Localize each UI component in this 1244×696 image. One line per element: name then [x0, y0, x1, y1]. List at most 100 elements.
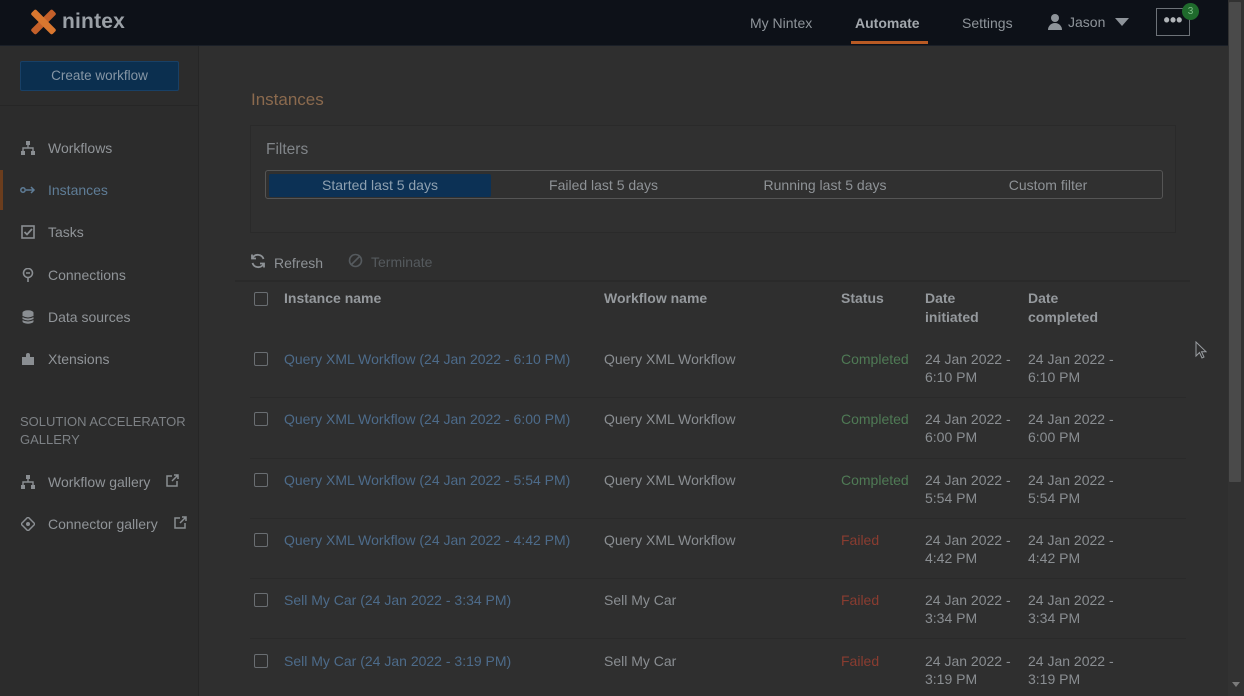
- workflow-name: Sell My Car: [604, 592, 677, 608]
- date-initiated-date: 24 Jan 2022 -: [925, 592, 1011, 608]
- date-initiated-date: 24 Jan 2022 -: [925, 472, 1011, 488]
- chevron-down-icon: [1115, 18, 1130, 26]
- sidebar-item-data-sources[interactable]: Data sources: [20, 307, 130, 327]
- row-divider: [250, 518, 1186, 519]
- user-menu[interactable]: Jason: [1048, 14, 1130, 30]
- xtensions-icon: [20, 351, 36, 367]
- tasks-icon: [20, 224, 36, 240]
- date-completed: 24 Jan 2022 - 6:10 PM: [1028, 350, 1114, 386]
- notification-badge: 3: [1182, 3, 1199, 20]
- header-instance-name[interactable]: Instance name: [284, 289, 381, 308]
- select-all-checkbox[interactable]: [254, 292, 268, 306]
- scroll-down-arrow-icon[interactable]: [1232, 682, 1240, 687]
- row-checkbox[interactable]: [254, 473, 268, 487]
- sidebar-item-tasks[interactable]: Tasks: [20, 222, 84, 242]
- sidebar-item-label: Connector gallery: [48, 516, 158, 532]
- date-completed-date: 24 Jan 2022 -: [1028, 653, 1114, 669]
- sidebar-item-xtensions[interactable]: Xtensions: [20, 349, 109, 369]
- create-workflow-button[interactable]: Create workflow: [20, 61, 179, 91]
- logo-text: nintex: [62, 10, 126, 33]
- date-initiated: 24 Jan 2022 - 3:34 PM: [925, 591, 1011, 627]
- date-completed-time: 3:19 PM: [1028, 671, 1081, 687]
- date-initiated-time: 3:19 PM: [925, 671, 978, 687]
- row-divider: [250, 458, 1186, 459]
- date-initiated-date: 24 Jan 2022 -: [925, 411, 1011, 427]
- filter-started-last-5-days[interactable]: Started last 5 days: [269, 174, 491, 197]
- connector-gallery-icon: [20, 516, 36, 532]
- sidebar-item-instances[interactable]: Instances: [20, 180, 108, 200]
- instance-name-link[interactable]: Query XML Workflow (24 Jan 2022 - 6:00 P…: [284, 410, 570, 428]
- sidebar-item-workflow-gallery[interactable]: Workflow gallery: [20, 472, 180, 492]
- workflow-name: Sell My Car: [604, 653, 677, 669]
- row-checkbox[interactable]: [254, 593, 268, 607]
- sidebar-item-label: Connections: [48, 267, 126, 283]
- workflow-name: Query XML Workflow: [604, 472, 736, 488]
- date-completed-time: 6:00 PM: [1028, 429, 1081, 445]
- header-workflow-name[interactable]: Workflow name: [604, 289, 707, 308]
- date-completed-date: 24 Jan 2022 -: [1028, 592, 1114, 608]
- date-initiated-time: 6:00 PM: [925, 429, 978, 445]
- header-date-initiated[interactable]: Date initiated: [925, 289, 979, 327]
- row-divider: [250, 578, 1186, 579]
- nav-settings[interactable]: Settings: [962, 15, 1013, 31]
- status-text: Completed: [841, 351, 909, 367]
- filter-custom[interactable]: Custom filter: [937, 174, 1159, 197]
- external-link-icon: [166, 474, 180, 490]
- table-divider: [235, 280, 1190, 282]
- nav-my-nintex[interactable]: My Nintex: [750, 15, 812, 31]
- instance-name-link[interactable]: Query XML Workflow (24 Jan 2022 - 4:42 P…: [284, 531, 570, 549]
- data-sources-icon: [20, 309, 36, 325]
- date-initiated-time: 5:54 PM: [925, 490, 978, 506]
- instance-name-link[interactable]: Query XML Workflow (24 Jan 2022 - 6:10 P…: [284, 350, 570, 368]
- row-checkbox[interactable]: [254, 352, 268, 366]
- sidebar-item-connections[interactable]: Connections: [20, 265, 126, 285]
- workflow-gallery-icon: [20, 474, 36, 490]
- instance-name-link[interactable]: Query XML Workflow (24 Jan 2022 - 5:54 P…: [284, 471, 570, 489]
- row-checkbox[interactable]: [254, 412, 268, 426]
- filters-label: Filters: [266, 141, 309, 158]
- date-completed-time: 3:34 PM: [1028, 610, 1081, 626]
- refresh-icon: [250, 253, 266, 272]
- filter-failed-last-5-days[interactable]: Failed last 5 days: [493, 174, 714, 197]
- date-completed-date: 24 Jan 2022 -: [1028, 411, 1114, 427]
- workflow-name: Query XML Workflow: [604, 351, 736, 367]
- header-date-completed-line2: completed: [1028, 309, 1099, 325]
- sidebar-item-label: Xtensions: [48, 351, 110, 367]
- date-initiated: 24 Jan 2022 - 6:00 PM: [925, 410, 1011, 446]
- sidebar-section-title: SOLUTION ACCELERATOR GALLERY: [20, 414, 186, 447]
- top-bar: nintex My Nintex Automate Settings Jason…: [0, 0, 1228, 46]
- header-date-completed[interactable]: Date completed: [1028, 289, 1098, 327]
- nav-active-indicator: [851, 41, 928, 44]
- header-date-initiated-line2: initiated: [925, 309, 979, 325]
- workflow-name: Query XML Workflow: [604, 411, 736, 427]
- status-text: Completed: [841, 472, 909, 488]
- sidebar-item-label: Tasks: [48, 224, 84, 240]
- row-checkbox[interactable]: [254, 533, 268, 547]
- date-completed-date: 24 Jan 2022 -: [1028, 472, 1114, 488]
- sidebar-item-label: Instances: [48, 182, 108, 198]
- sidebar-item-workflows[interactable]: Workflows: [20, 138, 112, 158]
- sidebar-divider: [0, 105, 198, 106]
- external-link-icon: [173, 516, 187, 532]
- refresh-button[interactable]: Refresh: [250, 253, 323, 272]
- nav-automate[interactable]: Automate: [855, 15, 920, 31]
- row-checkbox[interactable]: [254, 654, 268, 668]
- nintex-logo[interactable]: nintex: [30, 8, 126, 36]
- connections-icon: [20, 267, 36, 283]
- header-date-completed-line1: Date: [1028, 290, 1059, 306]
- sidebar-item-label: Workflow gallery: [48, 474, 151, 490]
- page-title: Instances: [251, 90, 324, 109]
- instance-name-link[interactable]: Sell My Car (24 Jan 2022 - 3:34 PM): [284, 591, 511, 609]
- sidebar-item-label: Workflows: [48, 140, 113, 156]
- date-completed: 24 Jan 2022 - 5:54 PM: [1028, 471, 1114, 507]
- date-completed-date: 24 Jan 2022 -: [1028, 351, 1114, 367]
- terminate-button[interactable]: Terminate: [348, 253, 432, 271]
- header-status[interactable]: Status: [841, 289, 884, 308]
- scrollbar-thumb[interactable]: [1229, 2, 1241, 482]
- sidebar-active-indicator: [0, 170, 3, 210]
- instance-name-link[interactable]: Sell My Car (24 Jan 2022 - 3:19 PM): [284, 652, 511, 670]
- sidebar-item-connector-gallery[interactable]: Connector gallery: [20, 514, 187, 534]
- row-divider: [250, 638, 1186, 639]
- filter-running-last-5-days[interactable]: Running last 5 days: [714, 174, 936, 197]
- date-initiated: 24 Jan 2022 - 6:10 PM: [925, 350, 1011, 386]
